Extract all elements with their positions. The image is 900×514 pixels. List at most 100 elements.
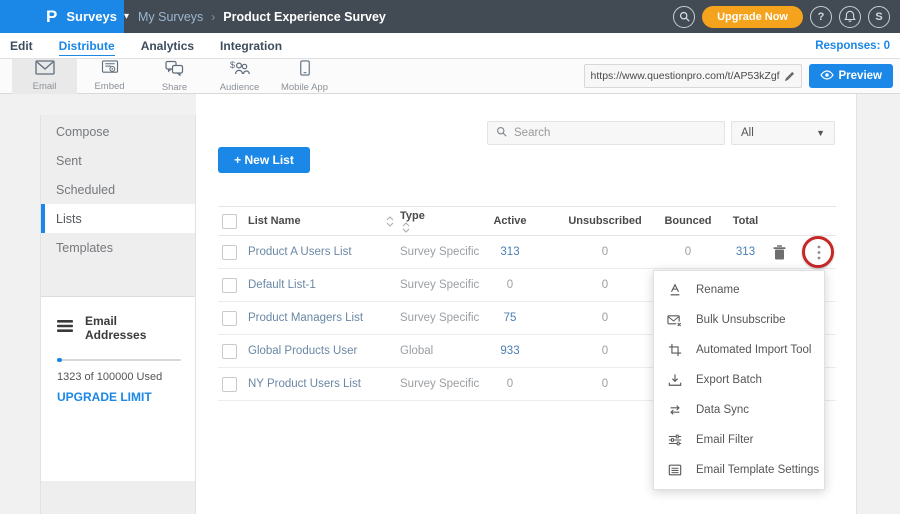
- active-count[interactable]: 933: [480, 345, 540, 357]
- tool-tab-email[interactable]: Email: [12, 59, 77, 94]
- tool-tab-label: Email: [33, 81, 57, 92]
- tool-tab-label: Mobile App: [281, 82, 328, 93]
- select-all-checkbox[interactable]: [222, 214, 237, 229]
- sidebar-item-scheduled[interactable]: Scheduled: [41, 175, 195, 204]
- list-name-link[interactable]: Product A Users List: [248, 246, 352, 258]
- active-count[interactable]: 75: [480, 312, 540, 324]
- row-checkbox[interactable]: [222, 245, 237, 260]
- embed-icon: [101, 60, 119, 80]
- audience-icon: $: [230, 60, 250, 81]
- edit-url-pencil-icon[interactable]: [784, 71, 795, 82]
- sidebar-item-sent[interactable]: Sent: [41, 146, 195, 175]
- tool-tab-mobile-app[interactable]: Mobile App: [272, 59, 337, 94]
- usage-progress-fill: [57, 358, 62, 362]
- unsubscribed-count: 0: [565, 279, 645, 291]
- sidebar-item-lists[interactable]: Lists: [41, 204, 195, 233]
- email-template-settings-icon: [667, 463, 682, 477]
- automated-import-icon: [667, 343, 682, 357]
- breadcrumb-separator: ›: [211, 10, 215, 24]
- search-icon[interactable]: [673, 6, 695, 28]
- svg-text:$: $: [230, 60, 235, 70]
- tool-tab-label: Share: [162, 82, 187, 93]
- new-list-button[interactable]: + New List: [218, 147, 310, 173]
- table-header-row: List Name Type Active Unsubscribed Bounc…: [218, 206, 836, 236]
- row-checkbox[interactable]: [222, 344, 237, 359]
- bounced-count: 0: [653, 246, 723, 258]
- menu-item-bulk-unsubscribe[interactable]: Bulk Unsubscribe: [654, 305, 824, 335]
- menu-item-automated-import-tool[interactable]: Automated Import Tool: [654, 335, 824, 365]
- chevron-down-icon: ▼: [816, 128, 825, 138]
- unsubscribed-count: 0: [565, 246, 645, 258]
- search-input[interactable]: [514, 127, 716, 139]
- menu-item-label: Rename: [696, 284, 739, 296]
- questionpro-logo: P: [46, 8, 57, 25]
- tool-tab-audience[interactable]: $ Audience: [207, 59, 272, 94]
- upgrade-now-button[interactable]: Upgrade Now: [702, 6, 803, 28]
- sidebar-item-templates[interactable]: Templates: [41, 233, 195, 262]
- menu-item-email-template-settings[interactable]: Email Template Settings: [654, 455, 824, 485]
- row-checkbox[interactable]: [222, 278, 237, 293]
- menu-item-email-filter[interactable]: Email Filter: [654, 425, 824, 455]
- list-lines-icon: [57, 319, 73, 337]
- tool-tab-label: Embed: [94, 81, 124, 92]
- help-button[interactable]: ?: [810, 6, 832, 28]
- filter-selected-value: All: [741, 127, 754, 139]
- tab-integration[interactable]: Integration: [220, 36, 282, 56]
- rename-icon: [667, 283, 682, 297]
- list-search[interactable]: [487, 121, 725, 145]
- list-name-link[interactable]: Product Managers List: [248, 312, 363, 324]
- sort-icon[interactable]: [386, 216, 394, 227]
- list-name-link[interactable]: Default List-1: [248, 279, 316, 291]
- preview-label: Preview: [839, 70, 882, 82]
- avatar[interactable]: S: [868, 6, 890, 28]
- list-type: Survey Specific: [400, 279, 480, 291]
- tab-distribute[interactable]: Distribute: [59, 36, 115, 56]
- bulk-unsubscribe-icon: [667, 313, 682, 328]
- lists-panel: All ▼ + New List List Name Type Active: [196, 94, 857, 514]
- menu-item-label: Data Sync: [696, 404, 749, 416]
- list-filter-dropdown[interactable]: All ▼: [731, 121, 835, 145]
- list-name-link[interactable]: NY Product Users List: [248, 378, 361, 390]
- survey-nav: Edit Distribute Analytics Integration Re…: [0, 33, 900, 59]
- breadcrumb: My Surveys › Product Experience Survey: [138, 10, 386, 24]
- product-switcher[interactable]: P Surveys ▾: [0, 0, 124, 33]
- list-type: Survey Specific: [400, 312, 480, 324]
- tool-tab-label: Audience: [220, 82, 260, 93]
- active-count[interactable]: 313: [480, 246, 540, 258]
- row-more-options-icon[interactable]: [803, 237, 835, 269]
- tab-analytics[interactable]: Analytics: [141, 36, 194, 56]
- tool-tab-share[interactable]: Share: [142, 59, 207, 94]
- row-checkbox[interactable]: [222, 311, 237, 326]
- tab-edit[interactable]: Edit: [10, 36, 33, 56]
- menu-item-label: Email Template Settings: [696, 464, 819, 476]
- topbar-actions: Upgrade Now ? S: [673, 6, 900, 28]
- tool-tab-embed[interactable]: Embed: [77, 59, 142, 94]
- menu-item-label: Export Batch: [696, 374, 762, 386]
- menu-item-export-batch[interactable]: Export Batch: [654, 365, 824, 395]
- delete-trash-icon[interactable]: [773, 245, 786, 260]
- top-bar: P Surveys ▾ My Surveys › Product Experie…: [0, 0, 900, 33]
- unsubscribed-count: 0: [565, 345, 645, 357]
- total-count[interactable]: 313: [723, 246, 768, 258]
- menu-item-label: Email Filter: [696, 434, 754, 446]
- survey-url-field[interactable]: https://www.questionpro.com/t/AP53kZgfo: [584, 64, 802, 88]
- row-checkbox[interactable]: [222, 377, 237, 392]
- sidebar-item-compose[interactable]: Compose: [41, 117, 195, 146]
- list-name-link[interactable]: Global Products User: [248, 345, 357, 357]
- sort-icon[interactable]: [402, 222, 480, 233]
- breadcrumb-my-surveys[interactable]: My Surveys: [138, 10, 203, 24]
- notifications-bell-icon[interactable]: [839, 6, 861, 28]
- preview-button[interactable]: Preview: [809, 64, 893, 88]
- email-addresses-title: Email Addresses: [85, 314, 181, 342]
- email-icon: [35, 60, 55, 80]
- menu-item-data-sync[interactable]: Data Sync: [654, 395, 824, 425]
- share-icon: [165, 60, 184, 81]
- list-type: Survey Specific: [400, 378, 480, 390]
- email-sidebar: Compose Sent Scheduled Lists Templates E…: [40, 115, 196, 514]
- menu-item-rename[interactable]: Rename: [654, 275, 824, 305]
- col-header-list-name: List Name: [248, 215, 301, 227]
- responses-count[interactable]: Responses: 0: [815, 40, 890, 52]
- upgrade-limit-link[interactable]: UPGRADE LIMIT: [57, 390, 181, 404]
- table-row: Product A Users List Survey Specific 313…: [218, 236, 836, 269]
- content-area: All ▼ + New List List Name Type Active: [0, 94, 900, 514]
